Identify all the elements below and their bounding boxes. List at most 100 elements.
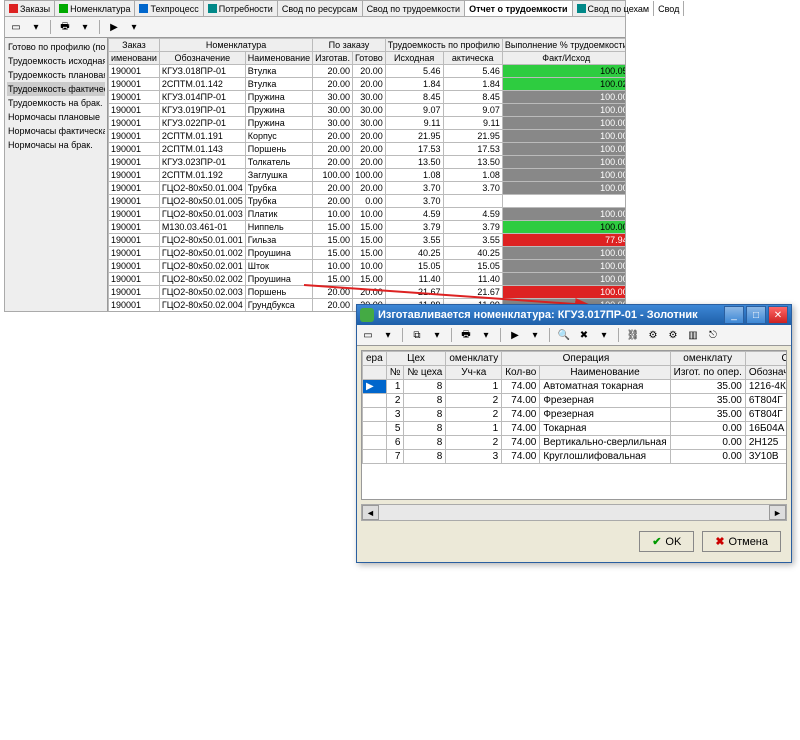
col-subheader[interactable]: Факт/Исход [502,52,625,65]
sidebar-item[interactable]: Трудоемкость исходная [7,54,105,68]
child-col-subheader[interactable]: № цеха [404,366,446,380]
play-icon-2[interactable]: ▶ [507,327,523,343]
main-tab[interactable]: Свод по цехам [573,1,655,16]
col-subheader[interactable]: Наименование [245,52,312,65]
child-h-scrollbar[interactable]: ◄ ► [361,504,787,521]
child-table-row[interactable]: ▶18174.00Автоматная токарная35.001216-4К… [363,380,788,394]
toolbar-doc-icon[interactable]: ▭ [8,19,24,35]
toolbar-dropdown-1[interactable]: ▾ [28,19,44,35]
child-col-header[interactable]: оменклату [670,352,745,366]
minimize-button[interactable]: _ [724,306,744,324]
child-col-header[interactable]: Оборудование [745,352,787,366]
table-row[interactable]: 1900012СПТМ.01.191Корпус20.0020.0021.952… [109,130,626,143]
child-col-header[interactable]: ера [363,352,387,366]
cfg1-icon[interactable]: ⚙ [645,327,661,343]
table-row[interactable]: 190001КГУЗ.022ПР-01Пружина30.0030.009.11… [109,117,626,130]
table-row[interactable]: 190001КГУЗ.014ПР-01Пружина30.0030.008.45… [109,91,626,104]
table-row[interactable]: 190001М130.03.461-01Ниппель15.0015.003.7… [109,221,626,234]
child-col-header[interactable]: Цех [386,352,446,366]
child-cell: 3 [446,450,502,464]
table-row[interactable]: 190001ГЦО2-80x50.01.003Платик10.0010.004… [109,208,626,221]
ok-button[interactable]: ✔OK [639,531,694,552]
col-subheader[interactable]: Готово [352,52,385,65]
table-row[interactable]: 190001ГЦО2-80x50.01.005Трубка20.000.003.… [109,195,626,208]
child-table-row[interactable]: 58174.00Токарная0.0016Б04А19.44 [363,422,788,436]
sidebar-item[interactable]: Трудоемкость на брак. [7,96,105,110]
table-row[interactable]: 190001ГЦО2-80x50.02.003Поршень20.0020.00… [109,286,626,299]
sidebar-item[interactable]: Нормочасы фактическая [7,124,105,138]
main-tab[interactable]: Свод [654,1,684,16]
sidebar-item[interactable]: Нормочасы на брак. [7,138,105,152]
search-icon[interactable]: 🔍 [556,327,572,343]
sidebar-item[interactable]: Готово по профилю (посл. оп [7,40,105,54]
child-cell: 35.00 [670,394,745,408]
main-tab[interactable]: Свод по ресурсам [278,1,363,16]
toolbar-dropdown-3[interactable]: ▾ [126,19,142,35]
cfg2-icon[interactable]: ⚙ [665,327,681,343]
table-row[interactable]: 190001КГУЗ.019ПР-01Пружина30.0030.009.07… [109,104,626,117]
child-table-row[interactable]: 38274.00Фрезерная35.006Т804Г9.13 [363,408,788,422]
link-icon[interactable]: ⛓ [625,327,641,343]
print-icon-2[interactable]: 🖶 [458,327,474,343]
scroll-right-icon[interactable]: ► [769,505,786,520]
child-col-header[interactable]: оменклату [446,352,502,366]
child-col-subheader[interactable]: Изгот. по опер. [670,366,745,380]
sidebar-item[interactable]: Трудоемкость плановая [7,68,105,82]
main-tab[interactable]: Номенклатура [55,1,135,16]
toolbar-dropdown-2[interactable]: ▾ [77,19,93,35]
col-header[interactable]: Выполнение % трудоемкости [502,39,625,52]
main-tab[interactable]: Потребности [204,1,278,16]
child-col-subheader[interactable]: Кол-во [502,366,540,380]
main-tab[interactable]: Заказы [5,1,55,16]
col-subheader[interactable]: именовани [109,52,160,65]
scroll-left-icon[interactable]: ◄ [362,505,379,520]
child-col-header[interactable]: Операция [502,352,670,366]
table-row[interactable]: 1900012СПТМ.01.192Заглушка100.00100.001.… [109,169,626,182]
copy-icon[interactable]: ⧉ [409,327,425,343]
child-table-row[interactable]: 28274.00Фрезерная35.006Т804Г9.13 [363,394,788,408]
cell: 2СПТМ.01.191 [159,130,245,143]
col-header[interactable]: По заказу [313,39,386,52]
cell-fact: 100.02 [502,78,625,91]
table-row[interactable]: 190001ГЦО2-80x50.01.004Трубка20.0020.003… [109,182,626,195]
maximize-button[interactable]: □ [746,306,766,324]
cancel-button[interactable]: ✖Отмена [702,531,781,552]
table-row[interactable]: 190001КГУЗ.018ПР-01Втулка20.0020.005.465… [109,65,626,78]
doc-icon[interactable]: ▭ [360,327,376,343]
child-table-row[interactable]: 68274.00Вертикально-сверлильная0.002Н125… [363,436,788,450]
table-row[interactable]: 190001ГЦО2-80x50.01.002Проушина15.0015.0… [109,247,626,260]
table-row[interactable]: 190001ГЦО2-80x50.02.002Проушина15.0015.0… [109,273,626,286]
col-header[interactable]: Номенклатура [159,39,312,52]
main-tab[interactable]: Техпроцесс [135,1,203,16]
child-col-subheader[interactable]: Наименование [540,366,670,380]
play-icon[interactable]: ▶ [106,19,122,35]
chart-icon[interactable]: ▥ [685,327,701,343]
child-col-subheader[interactable]: № [386,366,404,380]
main-tab[interactable]: Свод по трудоемкости [363,1,466,16]
col-header[interactable]: Заказ [109,39,160,52]
col-subheader[interactable]: Исходная [385,52,443,65]
child-grid[interactable]: ераЦехоменклатуОперацияоменклатуОборудов… [361,350,787,500]
child-table-row[interactable]: 78374.00Круглошлифовальная0.003У10В9.70 [363,450,788,464]
child-col-subheader[interactable]: Обозначение [745,366,787,380]
table-row[interactable]: 1900012СПТМ.01.142Втулка20.0020.001.841.… [109,78,626,91]
table-row[interactable]: 190001ГЦО2-80x50.01.001Гильза15.0015.003… [109,234,626,247]
main-grid[interactable]: ЗаказНоменклатураПо заказуТрудоемкость п… [108,38,625,311]
col-subheader[interactable]: Обозначение [159,52,245,65]
sidebar-item[interactable]: Нормочасы плановые [7,110,105,124]
tools-icon[interactable]: ✖ [576,327,592,343]
col-subheader[interactable]: Изготав. [313,52,353,65]
tab-label: Свод по цехам [588,4,650,14]
print-icon[interactable]: 🖶 [57,19,73,35]
child-col-subheader[interactable]: Уч-ка [446,366,502,380]
table-row[interactable]: 190001КГУЗ.023ПР-01Толкатель20.0020.0013… [109,156,626,169]
close-button[interactable]: ✕ [768,306,788,324]
col-subheader[interactable]: актическа [443,52,502,65]
cell: 15.00 [313,273,353,286]
table-row[interactable]: 1900012СПТМ.01.143Поршень20.0020.0017.53… [109,143,626,156]
col-header[interactable]: Трудоемкость по профилю [385,39,502,52]
main-tab[interactable]: Отчет о трудоемкости [465,1,572,16]
exit-icon[interactable]: ⎋ [705,327,721,343]
sidebar-item[interactable]: Трудоемкость фактическая [7,82,105,96]
table-row[interactable]: 190001ГЦО2-80x50.02.001Шток10.0010.0015.… [109,260,626,273]
